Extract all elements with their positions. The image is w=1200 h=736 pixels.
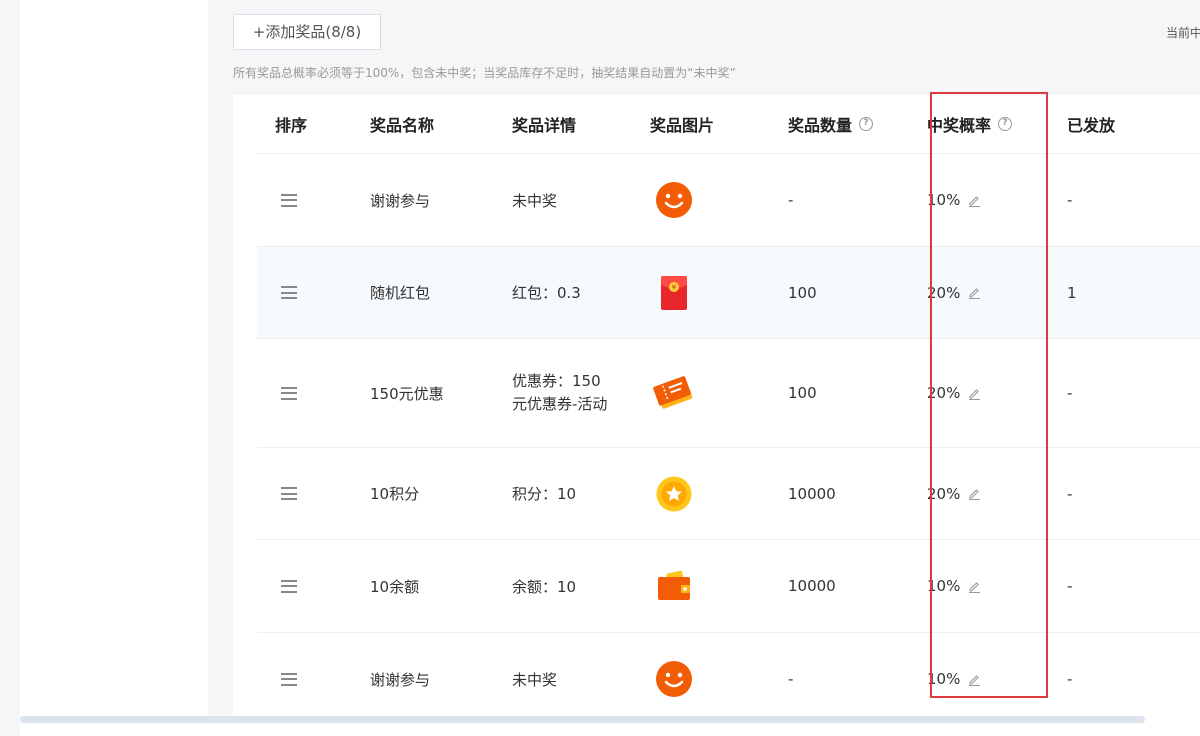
col-quantity: 奖品数量 ? (788, 95, 874, 153)
prize-detail: 未中奖 (512, 191, 558, 210)
prize-issued: - (1067, 384, 1073, 402)
prize-name: 谢谢参与 (370, 191, 431, 210)
add-prize-button[interactable]: +添加奖品(8/8) (233, 14, 381, 50)
left-panel (20, 0, 208, 716)
top-right-text: 当前中 (1166, 26, 1200, 40)
prize-quantity: - (788, 191, 794, 209)
prize-quantity: 100 (788, 283, 817, 302)
prize-name: 10积分 (370, 485, 420, 503)
prize-detail: 红包：0.3 (512, 284, 581, 302)
col-issued: 已发放 (1067, 116, 1116, 135)
prize-detail: 优惠券：150元优惠券-活动 (512, 372, 608, 413)
prize-name: 150元优惠 (370, 384, 444, 403)
drag-handle-icon[interactable] (281, 540, 297, 632)
drag-handle-icon[interactable] (281, 448, 297, 539)
horizontal-scrollbar[interactable] (20, 716, 1145, 723)
prize-issued: - (1067, 577, 1073, 595)
main-content: +添加奖品(8/8) 当前中 所有奖品总概率必须等于100%，包含未中奖；当奖品… (208, 0, 1200, 716)
prize-quantity: 10000 (788, 577, 836, 595)
prize-table: 排序 奖品名称 奖品详情 奖品图片 奖品数量 ? 中奖概率 ? 已发放 谢谢参与… (233, 95, 1200, 716)
svg-text:¥: ¥ (672, 283, 677, 291)
drag-handle-icon[interactable] (281, 339, 297, 447)
prize-quantity: 100 (788, 384, 817, 402)
table-row: 谢谢参与 未中奖 - 10% - (257, 154, 1200, 247)
smiley-icon (655, 633, 693, 725)
prize-quantity: - (788, 670, 794, 688)
prize-detail: 未中奖 (512, 670, 558, 689)
star-coin-icon (656, 448, 692, 539)
prize-detail: 积分：10 (512, 485, 577, 503)
prize-quantity: 10000 (788, 484, 836, 503)
smiley-icon (655, 154, 693, 246)
prize-name: 随机红包 (370, 284, 431, 302)
table-header: 排序 奖品名称 奖品详情 奖品图片 奖品数量 ? 中奖概率 ? 已发放 (257, 95, 1200, 154)
probability-column-highlight (930, 92, 1048, 698)
help-icon[interactable]: ? (859, 117, 874, 131)
prize-detail-cell: 优惠券：150元优惠券-活动 (512, 339, 612, 447)
table-row: 10余额 余额：10 10000 10% - (257, 540, 1200, 633)
table-row: 10积分 积分：10 10000 20% - (257, 448, 1200, 540)
prize-issued: - (1067, 670, 1073, 688)
prize-name: 10余额 (370, 577, 420, 596)
col-image: 奖品图片 (650, 116, 715, 135)
prize-issued: 1 (1067, 283, 1077, 302)
col-sort: 排序 (275, 116, 308, 135)
prize-issued: - (1067, 484, 1073, 503)
prize-issued: - (1067, 191, 1073, 209)
probability-hint: 所有奖品总概率必须等于100%，包含未中奖；当奖品库存不足时，抽奖结果自动置为“… (233, 66, 736, 80)
drag-handle-icon[interactable] (281, 247, 297, 338)
drag-handle-icon[interactable] (281, 154, 297, 246)
prize-name: 谢谢参与 (370, 670, 431, 689)
table-row: 谢谢参与 未中奖 - 10% - (257, 633, 1200, 725)
prize-detail: 余额：10 (512, 577, 577, 596)
coupon-icon (653, 339, 697, 447)
table-row: 150元优惠 优惠券：150元优惠券-活动 100 20% - (257, 339, 1200, 448)
col-name: 奖品名称 (370, 116, 435, 135)
col-quantity-label: 奖品数量 (788, 116, 853, 135)
red-envelope-icon: ¥ (660, 247, 688, 338)
col-detail: 奖品详情 (512, 116, 577, 135)
wallet-icon (657, 540, 691, 632)
drag-handle-icon[interactable] (281, 633, 297, 725)
table-row: 随机红包 红包：0.3 ¥ 100 20% 1 (257, 247, 1200, 339)
